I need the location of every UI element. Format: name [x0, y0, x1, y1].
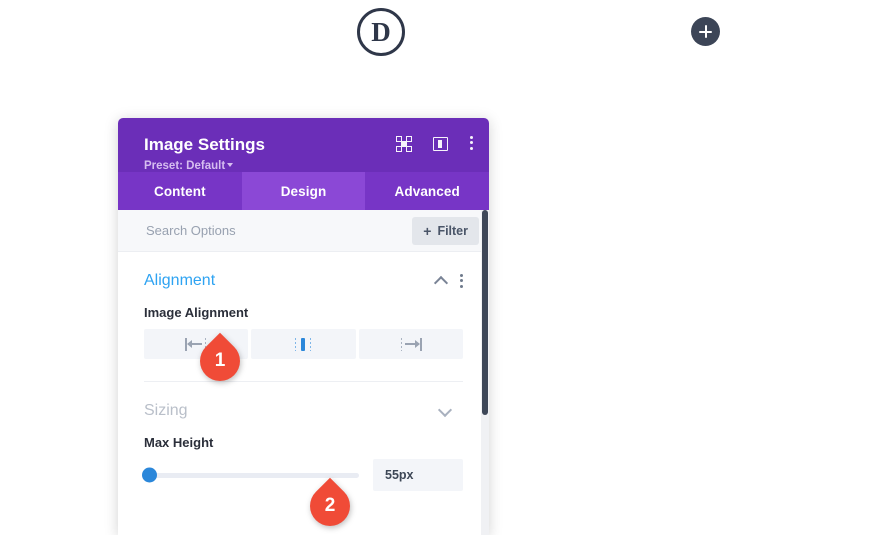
max-height-slider[interactable]	[142, 467, 359, 483]
section-sizing-header[interactable]: Sizing	[144, 382, 463, 420]
plus-icon-vertical	[704, 25, 707, 38]
image-settings-panel: Image Settings Preset: Default Content D…	[118, 118, 489, 535]
divi-logo-letter: D	[371, 16, 391, 47]
preset-selector[interactable]: Preset: Default	[144, 160, 471, 173]
panel-scrollbar[interactable]	[481, 210, 489, 535]
focus-target-icon[interactable]	[396, 136, 412, 152]
panel-header: Image Settings Preset: Default	[118, 118, 489, 172]
max-height-value-input[interactable]: 55px	[373, 459, 463, 491]
callout-number: 1	[214, 350, 226, 371]
panel-tabs: Content Design Advanced	[118, 172, 489, 210]
section-alignment-title: Alignment	[144, 272, 216, 289]
filter-button[interactable]: + Filter	[412, 216, 479, 245]
panel-header-actions	[396, 136, 473, 152]
align-right-icon	[400, 337, 422, 351]
callout-number: 2	[324, 495, 336, 516]
tab-design[interactable]: Design	[241, 172, 366, 210]
image-alignment-group	[144, 329, 463, 359]
tab-advanced[interactable]: Advanced	[365, 172, 489, 210]
panel-body: Alignment Image Alignment Sizing Max Hei…	[118, 252, 489, 535]
max-height-label: Max Height	[144, 435, 214, 450]
callout-marker-1: 1	[191, 332, 256, 390]
section-sizing-title: Sizing	[144, 402, 188, 419]
search-input[interactable]	[144, 222, 413, 239]
divi-logo[interactable]: D	[357, 8, 405, 56]
align-center-button[interactable]	[251, 329, 356, 359]
align-right-button[interactable]	[358, 329, 463, 359]
chevron-down-icon	[227, 163, 234, 167]
add-module-button[interactable]	[691, 17, 720, 46]
preset-label: Preset: Default	[144, 160, 226, 172]
plus-icon: +	[423, 222, 432, 239]
chevron-down-icon[interactable]	[439, 405, 451, 417]
section-kebab-icon[interactable]	[459, 274, 463, 288]
more-options-kebab-icon[interactable]	[469, 136, 473, 152]
section-alignment: Alignment Image Alignment	[118, 252, 489, 382]
align-center-icon	[292, 337, 314, 351]
chevron-up-icon[interactable]	[435, 275, 447, 287]
slider-handle[interactable]	[142, 467, 157, 483]
scrollbar-thumb[interactable]	[482, 210, 488, 415]
tab-content[interactable]: Content	[118, 172, 242, 210]
image-alignment-label: Image Alignment	[144, 305, 249, 320]
section-alignment-header[interactable]: Alignment	[144, 252, 463, 290]
filter-button-label: Filter	[437, 223, 468, 238]
search-options-row: + Filter	[118, 210, 489, 252]
section-sizing: Sizing Max Height 55px	[118, 382, 489, 491]
panel-layout-icon[interactable]	[433, 137, 448, 151]
callout-marker-2: 2	[301, 477, 366, 535]
max-height-slider-row: 55px	[142, 459, 463, 491]
